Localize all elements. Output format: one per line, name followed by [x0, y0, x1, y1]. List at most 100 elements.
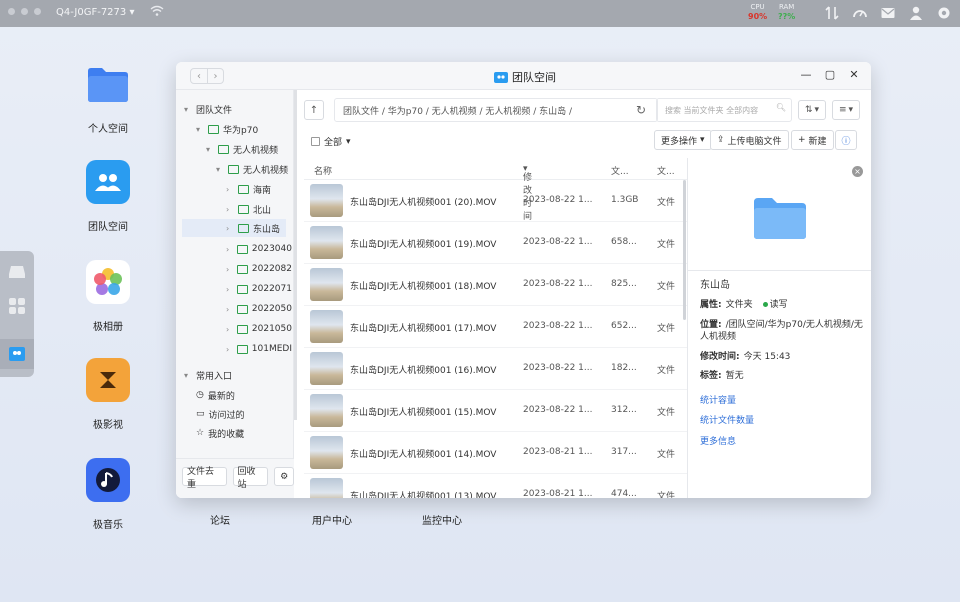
file-name: 东山岛DJI无人机视频001 (18).MOV — [350, 282, 497, 292]
desktop-music[interactable]: 极音乐 — [68, 458, 148, 531]
desktop-personal-space[interactable]: 个人空间 — [68, 62, 148, 135]
tree-drone-video[interactable]: ▾ 无人机视频 — [206, 140, 278, 158]
forward-button[interactable]: › — [207, 69, 223, 83]
tree-label: 2022050 — [251, 304, 292, 314]
tree-label: 无人机视频 — [233, 145, 279, 156]
nav-visited[interactable]: ▭ 访问过的 — [196, 405, 245, 423]
loc-label: 位置: — [700, 320, 722, 330]
breadcrumb-text: 团队文件 / 华为p70 / 无人机视频 / 无人机视频 / 东山岛 / — [343, 106, 573, 117]
tree-folder-0[interactable]: › 海南 — [226, 180, 292, 198]
table-row[interactable]: 东山岛DJI无人机视频001 (17).MOV 2023-08-22 1... 65… — [304, 306, 690, 348]
desktop-photos[interactable]: 极相册 — [68, 260, 148, 333]
dock-active-team-space[interactable] — [0, 339, 34, 369]
file-list: 东山岛DJI无人机视频001 (20).MOV 2023-08-22 1... 1.… — [304, 180, 690, 498]
video-label: 极影视 — [93, 420, 123, 431]
file-date: 2023-08-22 1... — [523, 363, 593, 373]
tree-folder-6[interactable]: › 2022050 — [226, 300, 292, 318]
tree-team-files[interactable]: ▾ 团队文件 — [184, 100, 232, 118]
settings-icon[interactable] — [936, 5, 952, 21]
search-input[interactable]: 搜索 当前文件夹 全部内容 🔍︎ — [656, 98, 792, 122]
permission-dot — [762, 302, 768, 307]
cpu-meter: CPU 90% — [748, 3, 767, 21]
tree-huawei[interactable]: ▾ 华为p70 — [196, 120, 258, 138]
file-date: 2023-08-22 1... — [523, 237, 593, 247]
back-button[interactable]: ‹ — [191, 69, 207, 83]
maximize-button[interactable]: ▢ — [823, 68, 837, 81]
sidebar-settings-button[interactable]: ⚙ — [274, 467, 294, 486]
desktop-team-space[interactable]: 团队空间 — [68, 160, 148, 233]
sidebar-scrollbar[interactable] — [294, 90, 297, 420]
tree-label: 101MEDI — [251, 344, 292, 354]
minimize-button[interactable]: — — [799, 68, 813, 81]
more-info-link[interactable]: 更多信息 — [700, 434, 736, 447]
detail-name: 东山岛 — [700, 280, 730, 291]
team-space-title-icon — [494, 71, 508, 83]
file-date: 2023-08-21 1... — [523, 447, 593, 457]
sort-button[interactable]: ⇅ ▾ — [798, 100, 826, 120]
tree-label: 2022082 — [251, 264, 292, 274]
file-type: 文件 — [657, 324, 676, 334]
wifi-icon — [150, 5, 164, 20]
user-icon[interactable] — [908, 5, 924, 21]
file-date: 2023-08-22 1... — [523, 279, 593, 289]
dashboard-icon[interactable] — [852, 5, 868, 21]
table-header: 名称 修改时间 ▾ 文... 文... — [304, 158, 690, 222]
tree-folder-7[interactable]: › 2021050 — [226, 320, 292, 338]
file-name: 东山岛DJI无人机视频001 (19).MOV — [350, 240, 497, 250]
table-row[interactable]: 东山岛DJI无人机视频001 (13).MOV 2023-08-21 1... 47… — [304, 474, 690, 498]
transfer-icon[interactable] — [824, 5, 840, 21]
tree-folder-8[interactable]: › 101MEDI — [226, 340, 292, 358]
device-name[interactable]: Q4-J0GF-7273 ▾ — [56, 7, 134, 18]
user-center-label: 用户中心 — [312, 516, 352, 527]
tree-drone-video-2[interactable]: ▾ 无人机视频 — [216, 160, 288, 178]
tree-folder-5[interactable]: › 2022071 — [226, 280, 292, 298]
forum-label: 论坛 — [210, 516, 230, 527]
col-modified[interactable]: 修改时间 ▾ — [523, 164, 532, 222]
nav-favorites[interactable]: ☆ 我的收藏 — [196, 424, 244, 442]
tree-common[interactable]: ▾ 常用入口 — [184, 366, 232, 384]
tree-folder-2[interactable]: › 东山岛 — [182, 219, 286, 237]
stat-capacity-link[interactable]: 统计容量 — [700, 393, 736, 406]
table-row[interactable]: 东山岛DJI无人机视频001 (14).MOV 2023-08-21 1... 31… — [304, 432, 690, 474]
table-row[interactable]: 东山岛DJI无人机视频001 (20).MOV 2023-08-22 1... 1.… — [304, 180, 690, 222]
permission-value: 读写 — [769, 300, 788, 310]
apps-grid-icon[interactable] — [8, 297, 26, 318]
attr-value: 文件夹 — [725, 300, 753, 310]
table-row[interactable]: 东山岛DJI无人机视频001 (18).MOV 2023-08-22 1... 82… — [304, 264, 690, 306]
desktop-monitor-center[interactable]: 监控中心 — [402, 500, 482, 527]
storage-icon[interactable] — [8, 265, 26, 282]
video-thumbnail — [310, 394, 343, 427]
mail-icon[interactable] — [880, 5, 896, 21]
upload-button[interactable]: ⇪ 上传电脑文件 — [710, 130, 789, 150]
table-row[interactable]: 东山岛DJI无人机视频001 (19).MOV 2023-08-22 1... 65… — [304, 222, 690, 264]
video-thumbnail — [310, 184, 343, 217]
table-row[interactable]: 东山岛DJI无人机视频001 (16).MOV 2023-08-22 1... 18… — [304, 348, 690, 390]
nav-recent[interactable]: ◷ 最新的 — [196, 386, 235, 404]
new-button[interactable]: + 新建 — [791, 130, 834, 150]
stat-count-link[interactable]: 统计文件数量 — [700, 413, 754, 426]
recycle-button[interactable]: 回收站 — [232, 467, 269, 490]
desktop-video[interactable]: 极影视 — [68, 358, 148, 431]
col-size[interactable]: 文... — [611, 164, 629, 177]
up-folder-button[interactable]: ↑ — [304, 100, 324, 120]
list-icon: ≡ — [838, 105, 847, 115]
close-button[interactable]: ✕ — [847, 68, 861, 81]
refresh-icon[interactable]: ↻ — [636, 103, 646, 117]
col-name[interactable]: 名称 — [314, 164, 332, 177]
desktop-forum[interactable]: 论坛 — [180, 500, 260, 527]
tree-folder-4[interactable]: › 2022082 — [226, 260, 292, 278]
tree-folder-1[interactable]: › 北山 — [226, 200, 292, 218]
breadcrumb[interactable]: 团队文件 / 华为p70 / 无人机视频 / 无人机视频 / 东山岛 / — [334, 98, 658, 122]
dedupe-button[interactable]: 文件去重 — [182, 467, 227, 490]
select-all-checkbox[interactable]: 全部 ▾ — [311, 135, 351, 148]
team-space-dock-icon — [9, 347, 25, 364]
tree-folder-3[interactable]: › 2023040 — [226, 240, 292, 258]
table-row[interactable]: 东山岛DJI无人机视频001 (15).MOV 2023-08-22 1... 31… — [304, 390, 690, 432]
view-mode-button[interactable]: ≡ ▾ — [832, 100, 860, 120]
close-detail-icon[interactable]: × — [852, 166, 863, 177]
file-list-scrollbar[interactable] — [683, 180, 686, 320]
more-actions-button[interactable]: 更多操作 ▾ — [654, 130, 712, 150]
col-type[interactable]: 文... — [657, 164, 675, 177]
desktop-user-center[interactable]: 用户中心 — [292, 500, 372, 527]
info-button[interactable]: ⓘ — [835, 130, 857, 150]
